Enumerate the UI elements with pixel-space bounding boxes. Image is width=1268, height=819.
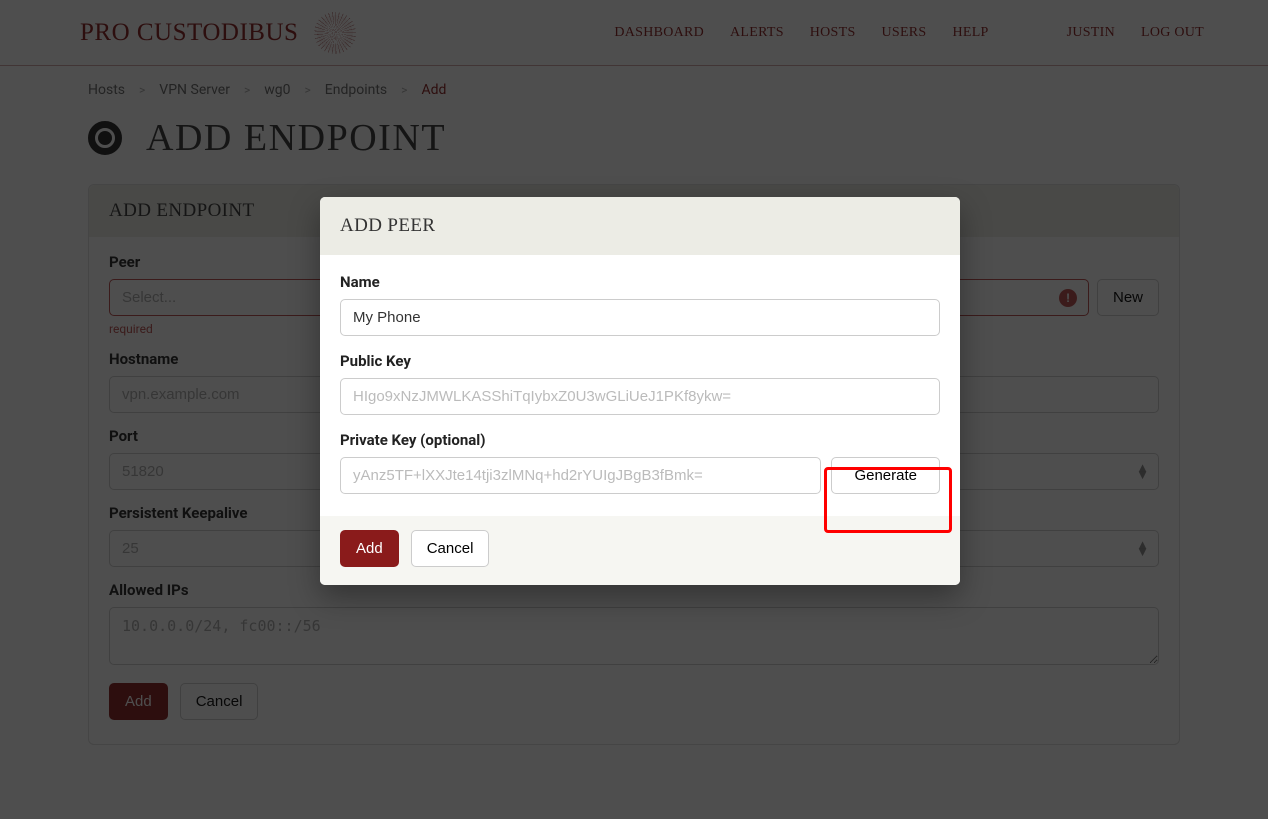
public-key-input[interactable] — [340, 378, 940, 415]
cancel-peer-button[interactable]: Cancel — [411, 530, 490, 567]
peer-name-label: Name — [340, 273, 940, 291]
add-peer-modal: ADD PEER Name Public Key Private Key (op… — [320, 197, 960, 585]
modal-title: ADD PEER — [320, 197, 960, 255]
private-key-label: Private Key (optional) — [340, 431, 940, 449]
peer-name-input[interactable] — [340, 299, 940, 336]
private-key-input[interactable] — [340, 457, 821, 494]
add-peer-button[interactable]: Add — [340, 530, 399, 567]
generate-key-button[interactable]: Generate — [831, 457, 940, 494]
public-key-label: Public Key — [340, 352, 940, 370]
